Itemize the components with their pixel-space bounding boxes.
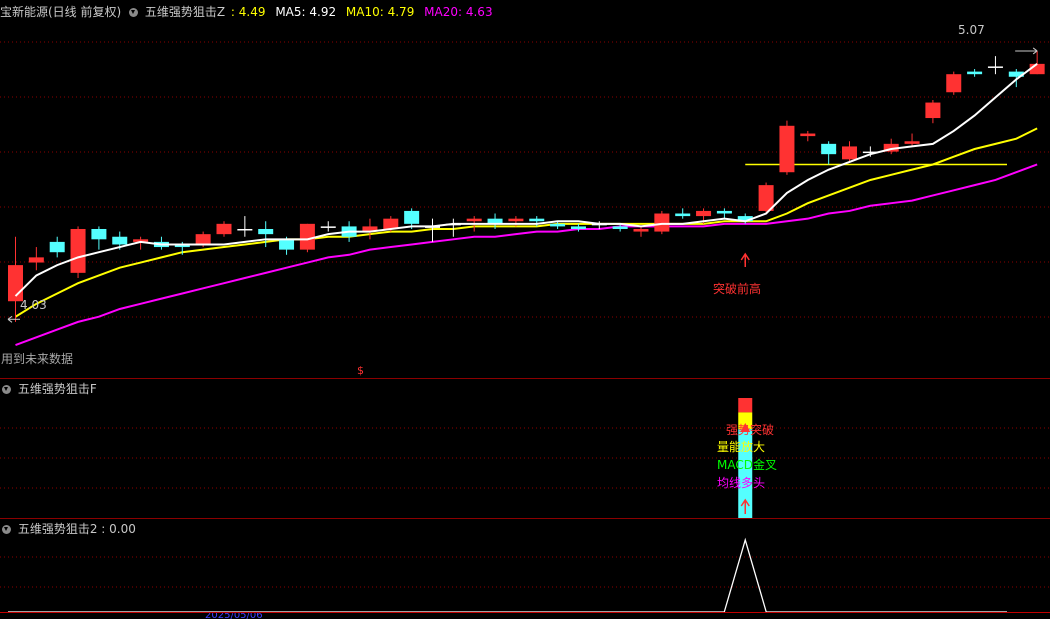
- candle-47: [987, 66, 1003, 68]
- candle-29: [612, 226, 628, 229]
- high-price-label: 5.07: [958, 23, 985, 37]
- candle-3: [70, 228, 86, 273]
- panel3-header: 五维强势狙击2 : 0.00: [0, 521, 142, 537]
- candle-30: [633, 228, 649, 232]
- candle-1: [28, 257, 44, 263]
- candle-43: [904, 141, 920, 144]
- date-axis-label: 2025/05/06: [205, 613, 263, 619]
- candle-45: [946, 74, 962, 93]
- signal-macd-cross: MACD金叉: [717, 458, 777, 472]
- panel-separator-2: [0, 518, 1050, 519]
- z-value: : 4.49: [230, 5, 266, 19]
- breakout-label: 突破前高: [713, 282, 762, 296]
- candle-40: [842, 146, 857, 160]
- ma5-path: [14, 63, 1038, 297]
- candle-31: [654, 213, 670, 232]
- ma5-value: MA5: 4.92: [275, 5, 337, 19]
- candle-12: [258, 228, 274, 235]
- candle-46: [967, 71, 983, 75]
- indicator-name: 五维强势狙击Z: [144, 5, 226, 19]
- candle-5: [112, 236, 128, 245]
- candle-11: [237, 228, 253, 231]
- candle-34: [716, 210, 732, 214]
- spike-panel: [8, 537, 1007, 613]
- panel2-header: 五维强势狙击F: [0, 381, 103, 397]
- indicator-menu-icon[interactable]: [129, 8, 139, 17]
- overlay-marks: [7, 47, 1038, 323]
- axis-line: [0, 612, 1050, 613]
- kline-chart: [0, 41, 1050, 613]
- candle-4: [91, 228, 107, 240]
- panel2-title: 五维强势狙击F: [17, 382, 97, 396]
- signal-strong-breakout: 强势突破: [726, 423, 775, 437]
- stock-title: 宝新能源(日线 前复权): [0, 5, 122, 19]
- candle-10: [216, 223, 232, 235]
- signal-volume-expand: 量能放大: [717, 440, 766, 454]
- candle-38: [800, 133, 816, 137]
- candle-24: [508, 218, 524, 222]
- candle-22: [466, 218, 482, 222]
- candle-39: [821, 143, 837, 155]
- panel3-menu-icon[interactable]: [2, 525, 11, 534]
- candle-37: [779, 125, 795, 173]
- candle-33: [696, 210, 712, 217]
- panel2-menu-icon[interactable]: [2, 385, 11, 394]
- candle-15: [320, 226, 336, 228]
- ma10-value: MA10: 4.79: [345, 5, 415, 19]
- candles: [8, 50, 1045, 322]
- candle-49: [1029, 63, 1045, 75]
- dollar-mark: $: [357, 364, 364, 377]
- candle-2: [49, 241, 65, 253]
- candle-25: [529, 218, 545, 222]
- candle-19: [404, 210, 420, 224]
- ma10-path: [14, 127, 1038, 318]
- signal-bar-segment-0: [738, 398, 753, 413]
- candle-9: [195, 234, 211, 245]
- candle-27: [570, 226, 586, 229]
- future-data-note: 用到未来数据: [1, 352, 74, 366]
- signal-ma-bull: 均线多头: [717, 476, 766, 490]
- panel3-title: 五维强势狙击2 : 0.00: [17, 522, 136, 536]
- panel-separator-1: [0, 378, 1050, 379]
- candle-26: [550, 223, 566, 227]
- ma10-line: [14, 127, 1038, 318]
- candle-44: [925, 102, 941, 119]
- candle-13: [279, 239, 295, 250]
- low-price-label: 4.03: [20, 298, 47, 312]
- ma20-value: MA20: 4.63: [424, 5, 493, 19]
- candle-32: [675, 213, 691, 217]
- candle-14: [299, 223, 315, 250]
- grid-lines: [0, 41, 1050, 588]
- main-header: 宝新能源(日线 前复权) 五维强势狙击Z : 4.49 MA5: 4.92 MA…: [0, 4, 499, 20]
- ma5-line: [14, 63, 1038, 297]
- spike-line: [8, 537, 1007, 613]
